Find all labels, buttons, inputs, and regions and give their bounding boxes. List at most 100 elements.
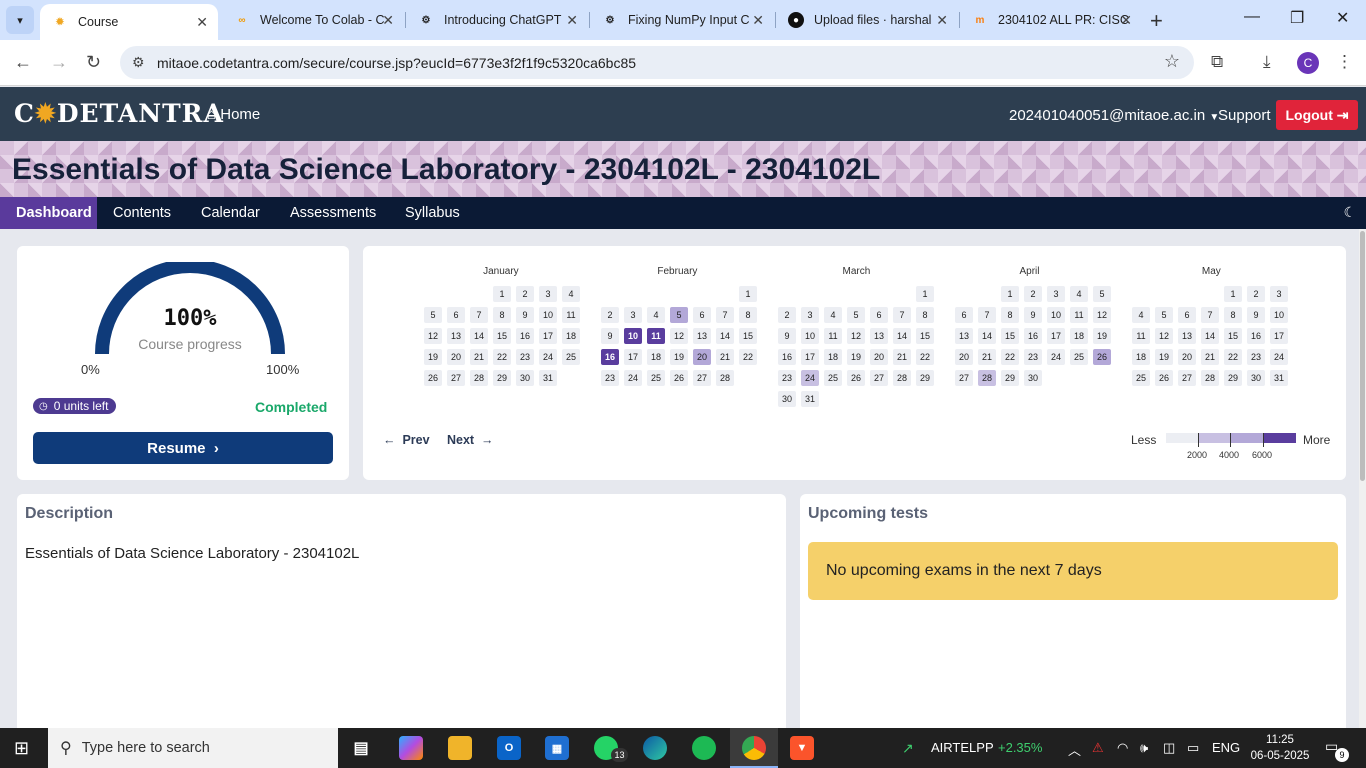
calendar-day[interactable]: 15 [493, 328, 511, 344]
calendar-day[interactable]: 15 [739, 328, 757, 344]
calendar-day[interactable]: 10 [1270, 307, 1288, 323]
calendar-day[interactable]: 12 [1155, 328, 1173, 344]
calendar-day[interactable]: 22 [916, 349, 934, 365]
calendar-day[interactable]: 3 [801, 307, 819, 323]
calendar-day[interactable]: 6 [693, 307, 711, 323]
calendar-day[interactable]: 2 [601, 307, 619, 323]
calendar-day[interactable]: 26 [1093, 349, 1111, 365]
tab-colab[interactable]: ∞ Welcome To Colab - C ✕ [222, 0, 404, 40]
calendar-day[interactable]: 7 [1201, 307, 1219, 323]
calendar-day[interactable]: 21 [470, 349, 488, 365]
calendar-day[interactable]: 31 [801, 391, 819, 407]
calendar-day[interactable]: 4 [1132, 307, 1150, 323]
calendar-day[interactable]: 3 [1047, 286, 1065, 302]
minimize-icon[interactable]: — [1244, 8, 1260, 26]
calendar-day[interactable]: 26 [847, 370, 865, 386]
calendar-day[interactable]: 30 [778, 391, 796, 407]
wifi-icon[interactable]: ◠ [1117, 740, 1128, 756]
calendar-day[interactable]: 7 [470, 307, 488, 323]
close-tab-icon[interactable]: ✕ [566, 12, 578, 29]
calendar-day[interactable]: 12 [1093, 307, 1111, 323]
tab-moodle[interactable]: m 2304102 ALL PR: CISC ✕ [960, 0, 1142, 40]
calendar-day[interactable]: 28 [470, 370, 488, 386]
copilot-icon[interactable] [399, 736, 423, 760]
menu-calendar[interactable]: Calendar [185, 197, 276, 229]
calendar-day[interactable]: 27 [447, 370, 465, 386]
calendar-day[interactable]: 22 [1224, 349, 1242, 365]
calendar-day[interactable]: 29 [1001, 370, 1019, 386]
calendar-day[interactable]: 3 [539, 286, 557, 302]
bookmark-star-icon[interactable]: ☆ [1164, 51, 1180, 72]
close-tab-icon[interactable]: ✕ [1120, 12, 1132, 29]
spotify-icon[interactable] [692, 736, 716, 760]
calendar-day[interactable]: 27 [870, 370, 888, 386]
menu-dashboard[interactable]: Dashboard [0, 197, 97, 229]
forward-arrow-icon[interactable]: → [50, 52, 68, 73]
home-link[interactable]: ⌂ Home [207, 106, 260, 123]
language-indicator[interactable]: ENG [1212, 740, 1240, 755]
calendar-day[interactable]: 8 [1224, 307, 1242, 323]
downloads-icon[interactable]: ⤓ [1263, 52, 1271, 72]
close-tab-icon[interactable]: ✕ [196, 14, 208, 31]
calendar-day[interactable]: 28 [716, 370, 734, 386]
calendar-day[interactable]: 9 [601, 328, 619, 344]
calendar-day[interactable]: 21 [1201, 349, 1219, 365]
volume-icon[interactable]: 🕪 [1140, 740, 1148, 756]
calendar-day[interactable]: 30 [516, 370, 534, 386]
calendar-day[interactable]: 3 [624, 307, 642, 323]
close-tab-icon[interactable]: ✕ [752, 12, 764, 29]
calendar-day[interactable]: 17 [539, 328, 557, 344]
calendar-day[interactable]: 26 [670, 370, 688, 386]
logout-button[interactable]: Logout ⇥ [1276, 100, 1358, 130]
calendar-day[interactable]: 13 [1178, 328, 1196, 344]
calendar-day[interactable]: 16 [1247, 328, 1265, 344]
tray-chevron-up-icon[interactable]: ︿ [1068, 740, 1081, 759]
next-button[interactable]: Next → [447, 433, 494, 447]
outlook-icon[interactable]: O [497, 736, 521, 760]
calendar-day[interactable]: 5 [424, 307, 442, 323]
calendar-day[interactable]: 15 [916, 328, 934, 344]
calendar-day[interactable]: 23 [1024, 349, 1042, 365]
calendar-day[interactable]: 14 [470, 328, 488, 344]
calendar-day[interactable]: 17 [801, 349, 819, 365]
calendar-day[interactable]: 31 [539, 370, 557, 386]
calendar-day[interactable]: 4 [647, 307, 665, 323]
calendar-day[interactable]: 13 [693, 328, 711, 344]
extensions-icon[interactable]: ⧉ [1211, 52, 1223, 72]
calendar-day[interactable]: 20 [447, 349, 465, 365]
calendar-day[interactable]: 6 [1178, 307, 1196, 323]
calendar-day[interactable]: 17 [1047, 328, 1065, 344]
calendar-day[interactable]: 25 [824, 370, 842, 386]
new-tab-icon[interactable]: + [1150, 8, 1163, 34]
scrollbar-thumb[interactable] [1360, 231, 1365, 481]
calendar-day[interactable]: 1 [739, 286, 757, 302]
calendar-day[interactable]: 21 [978, 349, 996, 365]
calendar-day[interactable]: 4 [1070, 286, 1088, 302]
calendar-day[interactable]: 28 [893, 370, 911, 386]
stock-ticker-name[interactable]: AIRTELPP [931, 740, 994, 755]
calendar-day[interactable]: 27 [1178, 370, 1196, 386]
antivirus-icon[interactable]: ⚠ [1092, 740, 1104, 756]
calendar-day[interactable]: 17 [624, 349, 642, 365]
calendar-day[interactable]: 19 [670, 349, 688, 365]
calendar-day[interactable]: 6 [955, 307, 973, 323]
calendar-day[interactable]: 20 [1178, 349, 1196, 365]
task-view-icon[interactable]: ▤ [349, 736, 373, 760]
menu-contents[interactable]: Contents [97, 197, 187, 229]
menu-syllabus[interactable]: Syllabus [389, 197, 476, 229]
calendar-day[interactable]: 29 [1224, 370, 1242, 386]
calendar-day[interactable]: 11 [562, 307, 580, 323]
calendar-day[interactable]: 24 [539, 349, 557, 365]
resume-button[interactable]: Resume › [33, 432, 333, 464]
site-info-icon[interactable]: ⚙ [132, 54, 145, 71]
calendar-day[interactable]: 21 [716, 349, 734, 365]
calendar-day[interactable]: 11 [824, 328, 842, 344]
calendar-day[interactable]: 30 [1024, 370, 1042, 386]
calendar-day[interactable]: 23 [601, 370, 619, 386]
calendar-day[interactable]: 16 [1024, 328, 1042, 344]
calendar-day[interactable]: 24 [624, 370, 642, 386]
calendar-day[interactable]: 10 [1047, 307, 1065, 323]
calendar-day[interactable]: 8 [739, 307, 757, 323]
page-scrollbar[interactable] [1359, 229, 1366, 728]
calendar-day[interactable]: 11 [647, 328, 665, 344]
